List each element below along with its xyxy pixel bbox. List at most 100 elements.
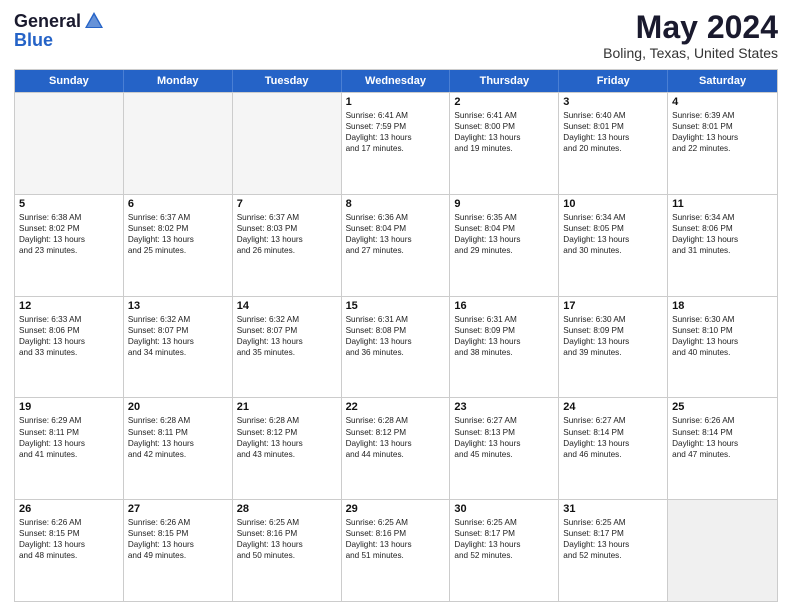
cell-line: and 39 minutes. xyxy=(563,347,663,358)
calendar-cell xyxy=(15,93,124,194)
day-number: 20 xyxy=(128,401,228,413)
cell-line: Sunrise: 6:26 AM xyxy=(19,517,119,528)
calendar-cell: 25Sunrise: 6:26 AMSunset: 8:14 PMDayligh… xyxy=(668,398,777,499)
logo-general-text: General xyxy=(14,12,81,30)
cell-line: Sunset: 8:16 PM xyxy=(346,528,446,539)
calendar-cell: 1Sunrise: 6:41 AMSunset: 7:59 PMDaylight… xyxy=(342,93,451,194)
cell-line: and 20 minutes. xyxy=(563,143,663,154)
calendar-cell: 18Sunrise: 6:30 AMSunset: 8:10 PMDayligh… xyxy=(668,297,777,398)
calendar-cell: 7Sunrise: 6:37 AMSunset: 8:03 PMDaylight… xyxy=(233,195,342,296)
day-number: 17 xyxy=(563,300,663,312)
cell-line: and 35 minutes. xyxy=(237,347,337,358)
cell-line: Sunrise: 6:34 AM xyxy=(563,212,663,223)
cell-line: and 42 minutes. xyxy=(128,449,228,460)
cell-line: Sunrise: 6:37 AM xyxy=(128,212,228,223)
day-number: 4 xyxy=(672,96,773,108)
calendar: SundayMondayTuesdayWednesdayThursdayFrid… xyxy=(14,69,778,602)
header: General Blue May 2024 Boling, Texas, Uni… xyxy=(14,10,778,61)
main-title: May 2024 xyxy=(603,10,778,45)
cell-line: Sunset: 8:15 PM xyxy=(19,528,119,539)
cell-line: Sunset: 8:14 PM xyxy=(672,427,773,438)
cell-line: and 46 minutes. xyxy=(563,449,663,460)
cell-line: Daylight: 13 hours xyxy=(346,234,446,245)
calendar-cell: 4Sunrise: 6:39 AMSunset: 8:01 PMDaylight… xyxy=(668,93,777,194)
cell-line: Sunrise: 6:34 AM xyxy=(672,212,773,223)
calendar-header-cell: Thursday xyxy=(450,70,559,92)
cell-line: Sunrise: 6:37 AM xyxy=(237,212,337,223)
cell-line: Sunset: 8:04 PM xyxy=(346,223,446,234)
day-number: 23 xyxy=(454,401,554,413)
cell-line: Sunset: 8:01 PM xyxy=(672,121,773,132)
cell-line: and 48 minutes. xyxy=(19,550,119,561)
calendar-cell: 2Sunrise: 6:41 AMSunset: 8:00 PMDaylight… xyxy=(450,93,559,194)
calendar-week: 26Sunrise: 6:26 AMSunset: 8:15 PMDayligh… xyxy=(15,499,777,601)
cell-line: Sunrise: 6:25 AM xyxy=(346,517,446,528)
cell-line: and 44 minutes. xyxy=(346,449,446,460)
cell-line: Sunrise: 6:25 AM xyxy=(454,517,554,528)
day-number: 27 xyxy=(128,503,228,515)
cell-line: Daylight: 13 hours xyxy=(563,234,663,245)
cell-line: Sunset: 8:11 PM xyxy=(19,427,119,438)
cell-line: Sunrise: 6:31 AM xyxy=(454,314,554,325)
cell-line: and 41 minutes. xyxy=(19,449,119,460)
day-number: 29 xyxy=(346,503,446,515)
calendar-cell: 6Sunrise: 6:37 AMSunset: 8:02 PMDaylight… xyxy=(124,195,233,296)
cell-line: Daylight: 13 hours xyxy=(237,438,337,449)
cell-line: Sunset: 8:09 PM xyxy=(454,325,554,336)
cell-line: Sunset: 8:17 PM xyxy=(454,528,554,539)
calendar-cell: 10Sunrise: 6:34 AMSunset: 8:05 PMDayligh… xyxy=(559,195,668,296)
cell-line: Sunset: 8:06 PM xyxy=(19,325,119,336)
cell-line: and 36 minutes. xyxy=(346,347,446,358)
day-number: 25 xyxy=(672,401,773,413)
calendar-cell: 11Sunrise: 6:34 AMSunset: 8:06 PMDayligh… xyxy=(668,195,777,296)
calendar-week: 19Sunrise: 6:29 AMSunset: 8:11 PMDayligh… xyxy=(15,397,777,499)
cell-line: Sunset: 8:06 PM xyxy=(672,223,773,234)
cell-line: Sunrise: 6:41 AM xyxy=(346,110,446,121)
title-block: May 2024 Boling, Texas, United States xyxy=(603,10,778,61)
cell-line: Daylight: 13 hours xyxy=(672,132,773,143)
day-number: 19 xyxy=(19,401,119,413)
day-number: 1 xyxy=(346,96,446,108)
calendar-cell: 5Sunrise: 6:38 AMSunset: 8:02 PMDaylight… xyxy=(15,195,124,296)
calendar-body: 1Sunrise: 6:41 AMSunset: 7:59 PMDaylight… xyxy=(15,92,777,601)
cell-line: Sunrise: 6:25 AM xyxy=(563,517,663,528)
day-number: 28 xyxy=(237,503,337,515)
cell-line: Sunset: 8:11 PM xyxy=(128,427,228,438)
cell-line: Sunset: 8:15 PM xyxy=(128,528,228,539)
calendar-cell: 17Sunrise: 6:30 AMSunset: 8:09 PMDayligh… xyxy=(559,297,668,398)
day-number: 15 xyxy=(346,300,446,312)
calendar-cell: 31Sunrise: 6:25 AMSunset: 8:17 PMDayligh… xyxy=(559,500,668,601)
cell-line: Sunset: 8:13 PM xyxy=(454,427,554,438)
calendar-cell: 16Sunrise: 6:31 AMSunset: 8:09 PMDayligh… xyxy=(450,297,559,398)
cell-line: Sunrise: 6:32 AM xyxy=(128,314,228,325)
cell-line: Sunset: 8:16 PM xyxy=(237,528,337,539)
calendar-header-cell: Sunday xyxy=(15,70,124,92)
cell-line: Sunset: 8:12 PM xyxy=(237,427,337,438)
cell-line: Sunset: 8:03 PM xyxy=(237,223,337,234)
day-number: 5 xyxy=(19,198,119,210)
calendar-cell: 13Sunrise: 6:32 AMSunset: 8:07 PMDayligh… xyxy=(124,297,233,398)
calendar-cell: 22Sunrise: 6:28 AMSunset: 8:12 PMDayligh… xyxy=(342,398,451,499)
day-number: 12 xyxy=(19,300,119,312)
day-number: 7 xyxy=(237,198,337,210)
calendar-cell: 30Sunrise: 6:25 AMSunset: 8:17 PMDayligh… xyxy=(450,500,559,601)
calendar-header-cell: Saturday xyxy=(668,70,777,92)
cell-line: Daylight: 13 hours xyxy=(346,336,446,347)
cell-line: Daylight: 13 hours xyxy=(672,234,773,245)
cell-line: Sunset: 8:07 PM xyxy=(128,325,228,336)
logo-icon xyxy=(83,10,105,32)
cell-line: Daylight: 13 hours xyxy=(563,132,663,143)
cell-line: and 40 minutes. xyxy=(672,347,773,358)
cell-line: Sunrise: 6:32 AM xyxy=(237,314,337,325)
cell-line: Sunset: 8:05 PM xyxy=(563,223,663,234)
cell-line: and 25 minutes. xyxy=(128,245,228,256)
cell-line: and 23 minutes. xyxy=(19,245,119,256)
cell-line: Daylight: 13 hours xyxy=(672,438,773,449)
calendar-cell: 24Sunrise: 6:27 AMSunset: 8:14 PMDayligh… xyxy=(559,398,668,499)
cell-line: and 33 minutes. xyxy=(19,347,119,358)
cell-line: Daylight: 13 hours xyxy=(19,539,119,550)
calendar-cell xyxy=(233,93,342,194)
day-number: 26 xyxy=(19,503,119,515)
cell-line: Sunrise: 6:40 AM xyxy=(563,110,663,121)
cell-line: Sunrise: 6:25 AM xyxy=(237,517,337,528)
